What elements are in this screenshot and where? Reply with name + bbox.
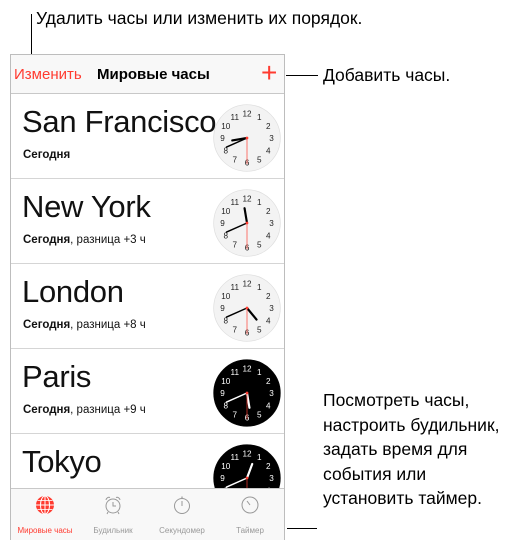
svg-text:11: 11: [231, 113, 240, 122]
svg-text:8: 8: [224, 146, 229, 155]
time-difference: Сегодня, разница +3 ч: [23, 234, 146, 246]
callout-tabs-line: [287, 528, 317, 529]
tab-bar: Мировые часы Будильник Секундомер Таймер: [11, 488, 284, 540]
time-difference: Сегодня, разница +8 ч: [23, 319, 146, 331]
day-label: Сегодня: [23, 234, 71, 246]
svg-text:8: 8: [224, 401, 229, 410]
svg-text:2: 2: [266, 462, 271, 471]
svg-text:9: 9: [220, 304, 225, 313]
day-label: Сегодня: [23, 404, 71, 416]
analog-clock-icon: 123456789101112: [213, 104, 281, 172]
navigation-bar: Изменить Мировые часы +: [11, 55, 284, 94]
edit-button[interactable]: Изменить: [14, 66, 82, 83]
svg-text:5: 5: [257, 240, 262, 249]
tab-label: Мировые часы: [17, 526, 73, 535]
svg-text:12: 12: [242, 110, 252, 119]
svg-text:12: 12: [242, 195, 252, 204]
stopwatch-icon: [174, 496, 190, 514]
clock-row[interactable]: ParisСегодня, разница +9 ч12345678910111…: [11, 349, 284, 434]
add-clock-button[interactable]: +: [261, 57, 277, 89]
svg-text:3: 3: [269, 304, 274, 313]
world-clock-screen: Изменить Мировые часы + San Francisco Сег…: [10, 54, 285, 540]
svg-text:3: 3: [269, 389, 274, 398]
svg-text:2: 2: [266, 122, 271, 131]
page-title: Мировые часы: [97, 66, 210, 83]
svg-text:5: 5: [257, 155, 262, 164]
svg-text:10: 10: [221, 207, 231, 216]
callout-edit: Удалить часы или изменить их порядок.: [36, 8, 363, 28]
city-name: Paris: [22, 359, 92, 394]
svg-text:10: 10: [221, 292, 231, 301]
tab-world-clock[interactable]: Мировые часы: [11, 489, 79, 540]
svg-text:2: 2: [266, 377, 271, 386]
callout-add-line: [286, 75, 318, 76]
svg-text:9: 9: [220, 389, 225, 398]
svg-text:1: 1: [257, 283, 262, 292]
svg-text:9: 9: [220, 219, 225, 228]
analog-clock-icon: 123456789101112: [213, 189, 281, 257]
svg-text:4: 4: [266, 231, 271, 240]
city-name: London: [22, 274, 124, 309]
city-name: New York: [22, 189, 151, 224]
svg-text:11: 11: [231, 368, 240, 377]
svg-text:4: 4: [266, 146, 271, 155]
svg-text:7: 7: [232, 155, 237, 164]
tab-label: Таймер: [236, 526, 264, 535]
analog-clock-icon: 123456789101112: [213, 359, 281, 427]
offset-label: , разница +3 ч: [70, 234, 146, 246]
tab-label: Секундомер: [159, 526, 205, 535]
svg-text:12: 12: [242, 280, 252, 289]
svg-text:3: 3: [269, 134, 274, 143]
svg-text:12: 12: [242, 450, 252, 459]
timer-icon: [241, 496, 259, 514]
svg-text:5: 5: [257, 410, 262, 419]
day-label: Сегодня: [23, 149, 71, 161]
tab-timer[interactable]: Таймер: [216, 489, 284, 540]
svg-text:5: 5: [257, 325, 262, 334]
svg-text:9: 9: [220, 474, 225, 483]
svg-text:7: 7: [232, 240, 237, 249]
svg-text:11: 11: [231, 283, 240, 292]
svg-text:2: 2: [266, 292, 271, 301]
offset-label: , разница +9 ч: [70, 404, 146, 416]
svg-text:7: 7: [232, 325, 237, 334]
svg-text:1: 1: [257, 453, 262, 462]
svg-text:1: 1: [257, 113, 262, 122]
tab-stopwatch[interactable]: Секундомер: [148, 489, 216, 540]
city-name: San Francisco: [22, 104, 217, 139]
callout-tabs: Посмотреть часы, настроить будильник, за…: [323, 390, 500, 508]
svg-text:11: 11: [231, 198, 240, 207]
time-difference: Сегодня, разница +9 ч: [23, 404, 146, 416]
svg-text:9: 9: [220, 134, 225, 143]
svg-text:10: 10: [221, 122, 231, 131]
offset-label: , разница +8 ч: [70, 319, 146, 331]
analog-clock-icon: 123456789101112: [213, 274, 281, 342]
svg-text:7: 7: [232, 410, 237, 419]
svg-text:3: 3: [269, 474, 274, 483]
city-name: Tokyo: [22, 444, 102, 479]
clock-row[interactable]: New YorkСегодня, разница +3 ч12345678910…: [11, 179, 284, 264]
svg-text:10: 10: [221, 462, 231, 471]
svg-text:1: 1: [257, 368, 262, 377]
globe-icon: [36, 495, 54, 515]
svg-text:10: 10: [221, 377, 231, 386]
callout-add: Добавить часы.: [323, 65, 451, 85]
svg-text:8: 8: [224, 231, 229, 240]
svg-text:1: 1: [257, 198, 262, 207]
svg-text:2: 2: [266, 207, 271, 216]
svg-text:4: 4: [266, 316, 271, 325]
tab-label: Будильник: [93, 526, 133, 535]
svg-text:12: 12: [242, 365, 252, 374]
svg-text:4: 4: [266, 401, 271, 410]
day-label: Сегодня: [23, 319, 71, 331]
alarm-clock-icon: [105, 496, 121, 515]
svg-text:3: 3: [269, 219, 274, 228]
clock-row[interactable]: San FranciscoСегодня123456789101112: [11, 94, 284, 179]
tab-alarm[interactable]: Будильник: [79, 489, 147, 540]
clock-row[interactable]: LondonСегодня, разница +8 ч1234567891011…: [11, 264, 284, 349]
svg-text:11: 11: [231, 453, 240, 462]
time-difference: Сегодня: [23, 149, 70, 161]
svg-text:8: 8: [224, 316, 229, 325]
